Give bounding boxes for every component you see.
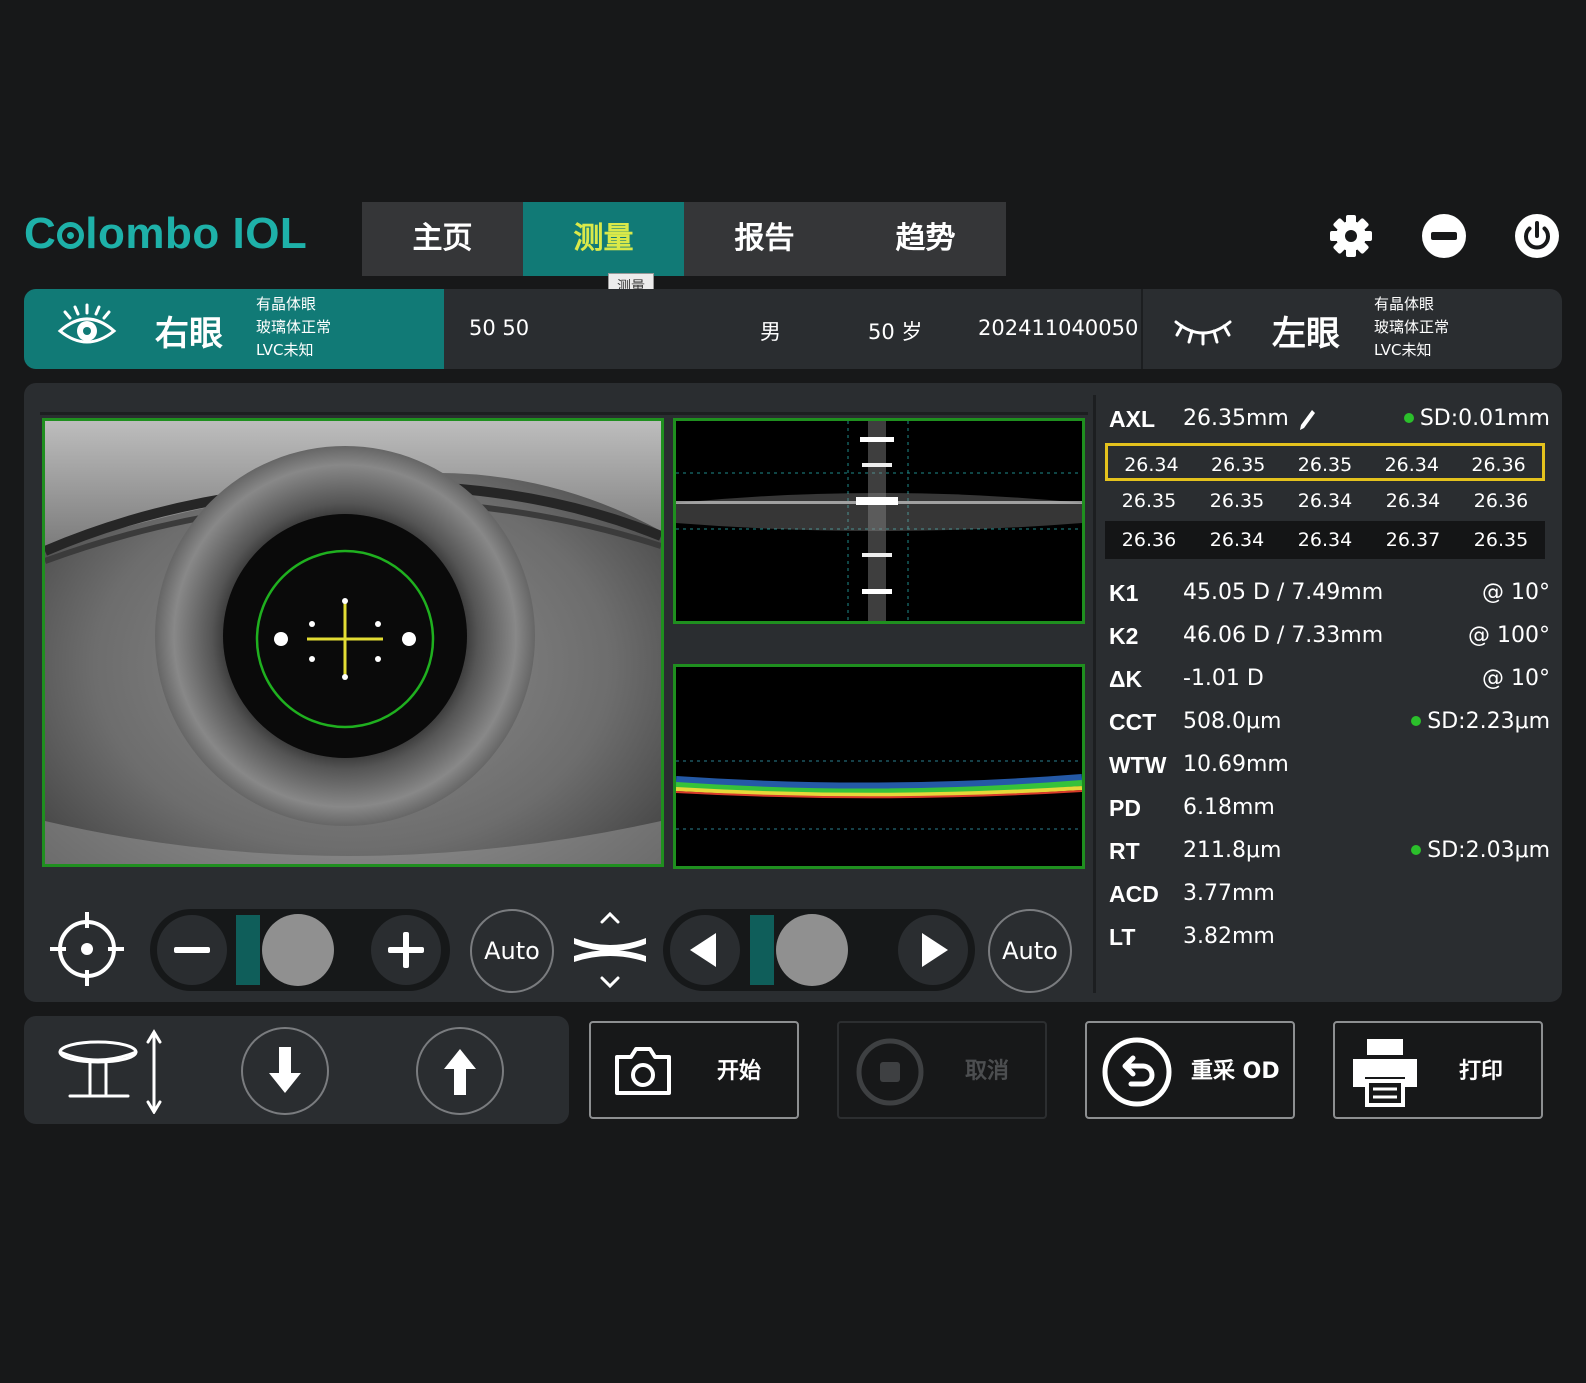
dk-label: ΔK xyxy=(1109,666,1143,692)
acd-label: ACD xyxy=(1109,881,1159,907)
minimize-icon xyxy=(1422,214,1466,258)
undo-icon xyxy=(1102,1037,1172,1107)
position-slider-knob[interactable] xyxy=(776,914,848,986)
arrow-up-icon xyxy=(444,1049,476,1095)
eye-camera-view[interactable] xyxy=(42,418,664,867)
pd-label: PD xyxy=(1109,795,1141,821)
lens-position-icon xyxy=(574,911,646,989)
focus-increase-button[interactable] xyxy=(371,915,441,985)
position-left-button[interactable] xyxy=(670,915,740,985)
plus-icon xyxy=(388,932,424,968)
patient-id: 202411040050 xyxy=(978,316,1139,340)
b-scan-image xyxy=(676,667,1082,866)
chinrest-icon xyxy=(58,1029,162,1114)
main-nav: 主页 测量 报告 趋势 xyxy=(362,202,1006,276)
gear-icon xyxy=(1330,215,1372,257)
focus-decrease-button[interactable] xyxy=(157,915,227,985)
axl-label: AXL xyxy=(1109,406,1155,432)
tab-home[interactable]: 主页 xyxy=(362,202,523,276)
start-label: 开始 xyxy=(717,1059,762,1084)
tab-report[interactable]: 报告 xyxy=(684,202,845,276)
lt-value: 3.82mm xyxy=(1183,924,1275,949)
position-slider-fill xyxy=(750,915,774,985)
sd-indicator xyxy=(1411,845,1422,855)
eye-closed-icon xyxy=(1174,320,1232,346)
rt-label: RT xyxy=(1109,838,1140,864)
eye-open-icon xyxy=(57,303,117,344)
edit-pencil-icon[interactable] xyxy=(1298,408,1316,432)
minimize-button[interactable] xyxy=(1420,212,1468,260)
focus-slider-knob[interactable] xyxy=(262,914,334,986)
k2-axis: @ 100° xyxy=(1468,623,1550,648)
patient-age: 50 岁 xyxy=(868,320,923,344)
patient-sex: 男 xyxy=(760,320,781,344)
right-eye-label: 右眼 xyxy=(155,314,223,354)
triangle-right-icon xyxy=(922,933,948,967)
logo-eye-icon xyxy=(57,222,85,249)
minus-icon xyxy=(174,947,210,953)
wtw-label: WTW xyxy=(1109,752,1167,778)
settings-button[interactable] xyxy=(1327,212,1375,260)
panel-rule xyxy=(40,412,1088,415)
left-eye-info: 有晶体眼 玻璃体正常 LVC未知 xyxy=(1374,295,1450,359)
acd-value: 3.77mm xyxy=(1183,881,1275,906)
wtw-value: 10.69mm xyxy=(1183,752,1289,777)
eye-camera-image xyxy=(45,421,661,864)
left-eye-label: 左眼 xyxy=(1272,314,1340,354)
k2-value: 46.06 D / 7.33mm xyxy=(1183,623,1384,648)
dk-value: -1.01 D xyxy=(1183,666,1264,691)
cct-sd: SD:2.23μm xyxy=(1360,709,1550,734)
axl-grid-row[interactable]: 26.35 26.35 26.34 26.34 26.36 xyxy=(1105,482,1545,520)
sd-indicator xyxy=(1403,413,1414,423)
cancel-label: 取消 xyxy=(965,1059,1010,1084)
retake-label: 重采 OD xyxy=(1191,1059,1280,1084)
focus-slider-fill xyxy=(236,915,260,985)
retake-button[interactable]: 重采 OD xyxy=(1085,1021,1295,1119)
power-icon xyxy=(1515,214,1559,258)
axl-sd: SD:0.01mm xyxy=(1360,406,1550,431)
k1-axis: @ 10° xyxy=(1482,580,1550,605)
axl-grid-row[interactable]: 26.36 26.34 26.34 26.37 26.35 xyxy=(1105,521,1545,559)
lt-label: LT xyxy=(1109,924,1136,950)
cct-value: 508.0μm xyxy=(1183,709,1282,734)
chinrest-up-button[interactable] xyxy=(416,1027,504,1115)
k2-label: K2 xyxy=(1109,623,1139,649)
chinrest-down-button[interactable] xyxy=(241,1027,329,1115)
power-button[interactable] xyxy=(1513,212,1561,260)
print-label: 打印 xyxy=(1459,1059,1504,1084)
sd-indicator xyxy=(1411,716,1422,726)
rt-value: 211.8μm xyxy=(1183,838,1282,863)
stop-icon xyxy=(856,1038,924,1106)
axl-grid-row-selected[interactable]: 26.34 26.35 26.35 26.34 26.36 xyxy=(1105,443,1545,481)
triangle-left-icon xyxy=(690,933,716,967)
tab-trend[interactable]: 趋势 xyxy=(845,202,1006,276)
printer-icon xyxy=(1353,1039,1417,1107)
target-icon[interactable] xyxy=(48,910,126,988)
axl-value: 26.35mm xyxy=(1183,406,1289,431)
rt-sd: SD:2.03μm xyxy=(1360,838,1550,863)
app-logo: Clombo IOL xyxy=(24,209,308,258)
position-auto-button[interactable]: Auto xyxy=(988,909,1072,993)
arrow-down-icon xyxy=(269,1047,301,1093)
tab-measure[interactable]: 测量 xyxy=(523,202,684,276)
k1-label: K1 xyxy=(1109,580,1139,606)
position-right-button[interactable] xyxy=(898,915,968,985)
a-scan-image xyxy=(676,421,1082,621)
cancel-button[interactable]: 取消 xyxy=(837,1021,1047,1119)
cct-label: CCT xyxy=(1109,709,1157,735)
print-button[interactable]: 打印 xyxy=(1333,1021,1543,1119)
start-button[interactable]: 开始 xyxy=(589,1021,799,1119)
focus-auto-button[interactable]: Auto xyxy=(470,909,554,993)
pd-value: 6.18mm xyxy=(1183,795,1275,820)
right-eye-info: 有晶体眼 玻璃体正常 LVC未知 xyxy=(256,295,332,359)
dk-axis: @ 10° xyxy=(1482,666,1550,691)
panel-divider xyxy=(1093,395,1096,993)
k1-value: 45.05 D / 7.49mm xyxy=(1183,580,1384,605)
camera-icon xyxy=(615,1047,671,1095)
a-scan-view xyxy=(673,418,1085,624)
b-scan-view xyxy=(673,664,1085,869)
patient-name: 50 50 xyxy=(469,316,530,340)
